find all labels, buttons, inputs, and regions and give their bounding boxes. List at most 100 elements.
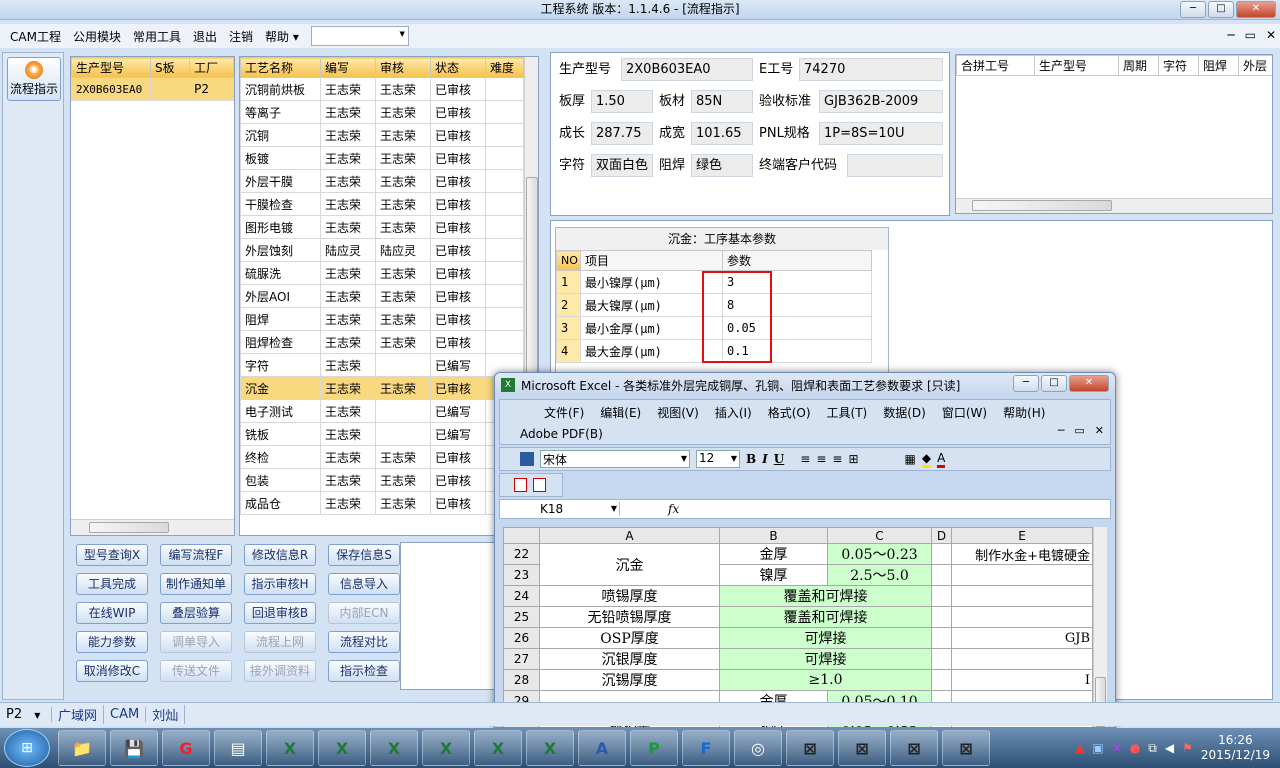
sheet-vscroll[interactable] — [1093, 527, 1107, 727]
col-header-outer[interactable]: 外层 — [1238, 55, 1272, 76]
save-icon[interactable]: 💾 — [110, 730, 158, 766]
table-row[interactable]: 成品仓 王志荣 王志荣 已审核 — [240, 491, 524, 515]
col-header-item[interactable]: 项目 — [580, 250, 723, 271]
mask-field[interactable]: 绿色 — [691, 154, 753, 177]
action-button[interactable]: 保存信息S — [328, 544, 400, 566]
toolbar-combo[interactable] — [310, 26, 409, 46]
action-button[interactable]: 型号查询X — [76, 544, 148, 566]
eno-field[interactable]: 74270 — [799, 58, 943, 81]
standard-field[interactable]: GJB362B-2009 — [819, 90, 943, 113]
product-hscroll[interactable] — [71, 519, 234, 535]
excel-icon[interactable]: X — [370, 730, 418, 766]
action-button[interactable]: 工具完成 — [76, 573, 148, 595]
row-header[interactable]: 28 — [503, 669, 540, 691]
table-row[interactable]: 板镀 王志荣 王志荣 已审核 — [240, 146, 524, 170]
col-header-c[interactable]: C — [827, 527, 932, 544]
excel-menu-item[interactable]: 窗口(W) — [934, 404, 995, 421]
row-header[interactable]: 25 — [503, 606, 540, 628]
minimize-button[interactable]: ─ — [1180, 1, 1206, 18]
action-button[interactable]: 流程对比 — [328, 631, 400, 653]
col-header-e[interactable]: E — [951, 527, 1093, 544]
menu-tools[interactable]: 常用工具 — [127, 28, 187, 45]
tray-flag-icon[interactable]: ⚑ — [1182, 741, 1193, 755]
excel-menu-item[interactable]: 格式(O) — [760, 404, 819, 421]
italic-button[interactable]: I — [762, 452, 768, 466]
action-button[interactable]: 修改信息R — [244, 544, 316, 566]
action-button[interactable]: 能力参数 — [76, 631, 148, 653]
mdi-restore-button[interactable]: ▭ — [1245, 28, 1256, 42]
action-button[interactable]: 内部ECN — [328, 602, 400, 624]
save-icon[interactable] — [520, 452, 534, 466]
col-header-cycle[interactable]: 周期 — [1118, 55, 1159, 76]
action-button[interactable]: 传送文件 — [160, 660, 232, 682]
f-icon[interactable]: F — [682, 730, 730, 766]
mdi-close-button[interactable]: ✕ — [1266, 28, 1276, 42]
action-button[interactable]: 指示检查 — [328, 660, 400, 682]
col-header-status[interactable]: 状态 — [430, 57, 486, 78]
table-row[interactable]: 沉铜 王志荣 王志荣 已审核 — [240, 123, 524, 147]
font-select[interactable]: 宋体 ▼ — [540, 450, 690, 468]
excel-menu-item[interactable]: 数据(D) — [875, 404, 934, 421]
excel-menu-item[interactable]: 编辑(E) — [592, 404, 649, 421]
bold-button[interactable]: B — [746, 452, 756, 466]
size-select[interactable]: 12 ▼ — [696, 450, 740, 468]
fill-color-icon[interactable]: ◆ — [921, 451, 932, 468]
excel-mdi-close[interactable]: ✕ — [1095, 424, 1104, 437]
flow-instruction-button[interactable]: ◉ 流程指示 — [7, 57, 61, 101]
scroll-thumb[interactable] — [89, 522, 169, 533]
action-button[interactable]: 回退审核B — [244, 602, 316, 624]
customer-code-field[interactable] — [847, 154, 943, 177]
menu-help[interactable]: 帮助 ▾ — [259, 28, 305, 45]
table-row[interactable]: 2X0B603EA0 P2 — [71, 77, 234, 101]
action-button[interactable]: 流程上网 — [244, 631, 316, 653]
notepad-icon[interactable]: ▤ — [214, 730, 262, 766]
eye-icon[interactable]: ◎ — [734, 730, 782, 766]
align-center-icon[interactable]: ≡ — [816, 452, 826, 466]
row-header[interactable]: 26 — [503, 627, 540, 649]
merge-hscroll[interactable] — [956, 198, 1272, 213]
table-row[interactable]: 包装 王志荣 王志荣 已审核 — [240, 468, 524, 492]
action-button[interactable]: 叠层验算 — [160, 602, 232, 624]
col-header-b[interactable]: B — [719, 527, 828, 544]
mdi-minimize-button[interactable]: ─ — [1227, 28, 1234, 42]
char-field[interactable]: 双面白色 — [591, 154, 653, 177]
table-row[interactable]: 外层AOI 王志荣 王志荣 已审核 — [240, 284, 524, 308]
x-icon[interactable]: ⊠ — [786, 730, 834, 766]
col-header-process[interactable]: 工艺名称 — [240, 57, 321, 78]
excel-menu-adobe[interactable]: Adobe PDF(B) — [500, 421, 1110, 441]
pdf-mail-icon[interactable] — [533, 478, 546, 492]
action-button[interactable]: 调单导入 — [160, 631, 232, 653]
maximize-button[interactable]: □ — [1208, 1, 1234, 18]
clock[interactable]: 16:26 2015/12/19 — [1201, 733, 1270, 763]
folder-icon[interactable]: 📁 — [58, 730, 106, 766]
model-field[interactable]: 2X0B603EA0 — [621, 58, 753, 81]
pdf-icon[interactable] — [514, 478, 527, 492]
table-row[interactable]: 干膜检查 王志荣 王志荣 已审核 — [240, 192, 524, 216]
close-button[interactable]: ✕ — [1069, 375, 1109, 392]
excel-icon[interactable]: X — [266, 730, 314, 766]
tray-network-icon[interactable]: ⧉ — [1148, 741, 1157, 756]
x-icon[interactable]: ⊠ — [890, 730, 938, 766]
table-row[interactable]: 外层蚀刻 陆应灵 陆应灵 已审核 — [240, 238, 524, 262]
col-header-difficulty[interactable]: 难度 — [485, 57, 524, 78]
action-button[interactable]: 在线WIP — [76, 602, 148, 624]
excel-icon[interactable]: X — [318, 730, 366, 766]
table-row[interactable]: 电子测试 王志荣 已编写 — [240, 399, 524, 423]
table-row[interactable]: 沉金 王志荣 王志荣 已审核 — [240, 376, 524, 400]
excel-mdi-minimize[interactable]: ─ — [1058, 424, 1065, 437]
tray-acrobat-icon[interactable]: ▲ — [1075, 741, 1084, 755]
table-row[interactable]: 硫脲洗 王志荣 王志荣 已审核 — [240, 261, 524, 285]
col-header-mask[interactable]: 阻焊 — [1198, 55, 1239, 76]
app-icon[interactable]: G — [162, 730, 210, 766]
excel-icon[interactable]: X — [422, 730, 470, 766]
factory-select[interactable]: P2 ▼ — [0, 707, 52, 722]
merge-center-icon[interactable]: ⊞ — [848, 452, 858, 466]
menu-logout[interactable]: 注销 — [223, 28, 259, 45]
align-right-icon[interactable]: ≡ — [832, 452, 842, 466]
start-button[interactable]: ⊞ — [4, 729, 50, 767]
col-header-d[interactable]: D — [931, 527, 952, 544]
width-field[interactable]: 101.65 — [691, 122, 753, 145]
select-all-corner[interactable] — [503, 527, 540, 544]
menu-common-modules[interactable]: 公用模块 — [67, 28, 127, 45]
word-icon[interactable]: A — [578, 730, 626, 766]
